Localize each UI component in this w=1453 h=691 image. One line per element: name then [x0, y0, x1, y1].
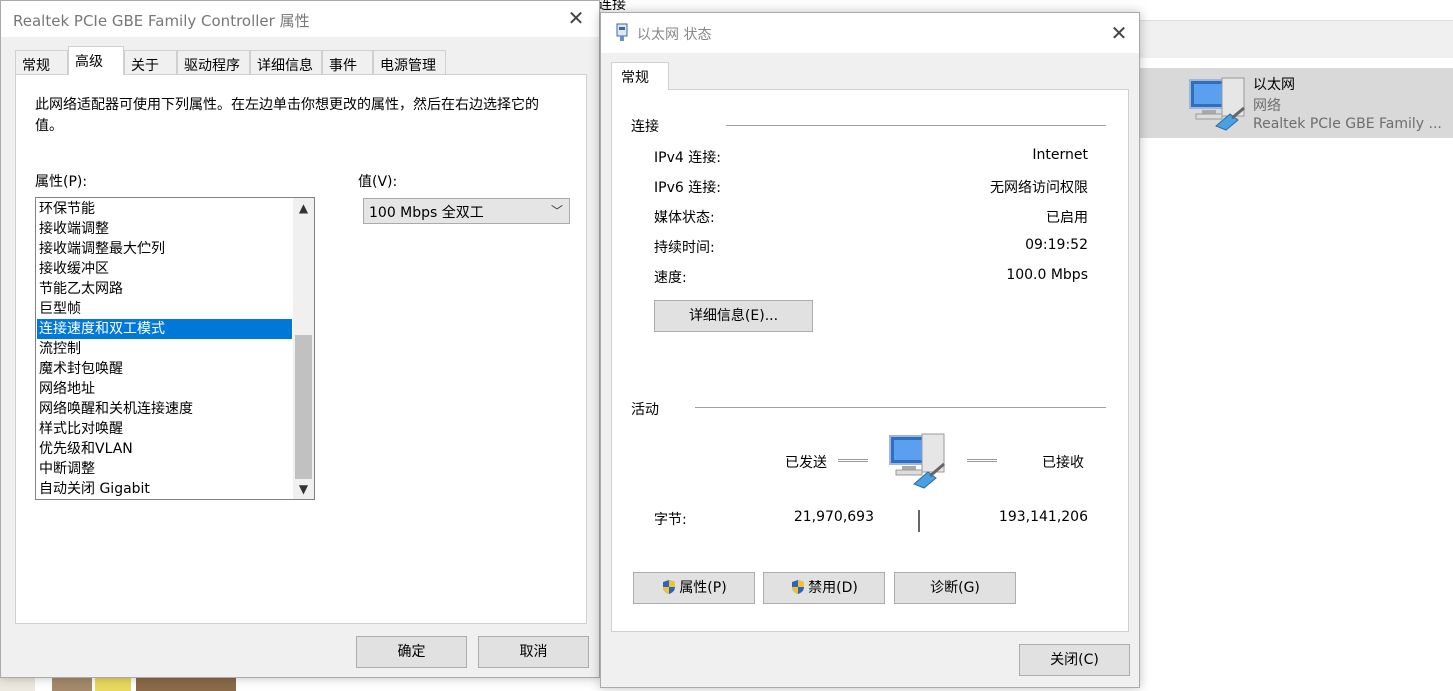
close-button[interactable]: 关闭(C): [1019, 644, 1130, 676]
sent-label: 已发送: [785, 455, 827, 471]
ipv6-value: 无网络访问权限: [990, 180, 1088, 196]
general-tab-panel: 连接 IPv4 连接: Internet IPv6 连接: 无网络访问权限 媒体…: [611, 89, 1129, 632]
property-listbox[interactable]: 环保节能 接收端调整 接收端调整最大伫列 接收缓冲区 节能乙太网路 巨型帧 连接…: [35, 197, 315, 500]
sent-activity-line: [838, 459, 868, 462]
disable-button[interactable]: 禁用(D): [763, 572, 885, 604]
disable-button-label: 禁用(D): [808, 580, 858, 596]
list-item[interactable]: 网络地址: [37, 379, 292, 399]
list-item[interactable]: 巨型帧: [37, 299, 292, 319]
tab-power-management[interactable]: 电源管理: [373, 50, 446, 75]
value-dropdown-selected: 100 Mbps 全双工: [369, 205, 484, 221]
ipv6-label: IPv6 连接:: [654, 180, 721, 196]
network-connection-item[interactable]: 以太网 网络 Realtek PCIe GBE Family ...: [1138, 68, 1453, 138]
title-bar: Realtek PCIe GBE Family Controller 属性 ✕: [1, 1, 599, 37]
network-activity-icon: [889, 433, 945, 489]
scroll-up-icon[interactable]: ▲: [293, 198, 314, 218]
section-divider: [695, 407, 1106, 408]
description-text: 此网络适配器可使用下列属性。在左边单击你想更改的属性，然后在右边选择它的值。: [35, 97, 539, 134]
listbox-scrollbar[interactable]: ▲ ▼: [293, 198, 314, 499]
tab-advanced[interactable]: 高级: [68, 46, 124, 75]
properties-button-label: 属性(P): [679, 580, 727, 596]
ipv4-label: IPv4 连接:: [654, 150, 721, 166]
network-computer-icon: [1189, 77, 1245, 131]
chevron-down-icon: ﹀: [550, 204, 563, 218]
tab-general[interactable]: 常规: [15, 50, 68, 75]
uac-shield-icon: [792, 580, 805, 594]
window-title: Realtek PCIe GBE Family Controller 属性: [13, 12, 310, 30]
details-button[interactable]: 详细信息(E)...: [654, 300, 813, 332]
cancel-button[interactable]: 取消: [478, 636, 589, 668]
bytes-label: 字节:: [654, 512, 687, 528]
duration-label: 持续时间:: [654, 240, 715, 256]
diagnose-button[interactable]: 诊断(G): [894, 572, 1016, 604]
background-thumbnail: [136, 678, 236, 691]
tab-general[interactable]: 常规: [611, 62, 669, 90]
list-item[interactable]: 自动关闭 Gigabit: [37, 479, 292, 499]
properties-button[interactable]: 属性(P): [633, 572, 755, 604]
advanced-tab-panel: 此网络适配器可使用下列属性。在左边单击你想更改的属性，然后在右边选择它的值。 属…: [15, 74, 587, 624]
list-item[interactable]: 接收端调整: [37, 219, 292, 239]
background-thumbnail: [52, 678, 92, 691]
uac-shield-icon: [663, 580, 676, 594]
window-title: 以太网 状态: [637, 27, 712, 43]
speed-value: 100.0 Mbps: [1006, 267, 1088, 283]
activity-section-title: 活动: [631, 402, 659, 418]
list-item[interactable]: 接收端调整最大伫列: [37, 239, 292, 259]
list-item[interactable]: 中断调整: [37, 459, 292, 479]
value-label: 值(V):: [358, 174, 398, 190]
list-item[interactable]: 优先级和VLAN: [37, 439, 292, 459]
list-item[interactable]: 流控制: [37, 339, 292, 359]
property-label: 属性(P):: [35, 174, 88, 190]
adapter-properties-dialog: Realtek PCIe GBE Family Controller 属性 ✕ …: [0, 0, 600, 678]
bytes-received-value: 193,141,206: [998, 509, 1088, 525]
bytes-separator: [918, 510, 920, 532]
ok-button[interactable]: 确定: [356, 636, 467, 668]
tab-about[interactable]: 关于: [124, 50, 177, 75]
title-bar: 以太网 状态 ✕: [601, 13, 1139, 53]
list-item[interactable]: 样式比对唤醒: [37, 419, 292, 439]
section-divider: [726, 125, 1106, 126]
ethernet-plug-icon: [616, 23, 628, 41]
close-icon[interactable]: ✕: [563, 6, 589, 32]
list-item[interactable]: 环保节能: [37, 199, 292, 219]
list-item[interactable]: 网络唤醒和关机连接速度: [37, 399, 292, 419]
background-toolbar: [1138, 20, 1453, 58]
tab-driver[interactable]: 驱动程序: [177, 50, 250, 75]
list-item[interactable]: 魔术封包唤醒: [37, 359, 292, 379]
network-name: 以太网: [1253, 77, 1295, 93]
list-item[interactable]: 节能乙太网路: [37, 279, 292, 299]
duration-value: 09:19:52: [1025, 237, 1088, 253]
close-icon[interactable]: ✕: [1106, 21, 1132, 47]
connection-section-title: 连接: [631, 119, 659, 135]
media-state-value: 已启用: [1046, 210, 1088, 226]
background-thumbnail: [95, 678, 131, 691]
tab-details[interactable]: 详细信息: [250, 50, 322, 75]
list-item-selected[interactable]: 连接速度和双工模式: [37, 319, 292, 339]
bytes-sent-value: 21,970,693: [793, 509, 874, 525]
received-activity-line: [967, 459, 997, 462]
network-device: Realtek PCIe GBE Family ...: [1253, 116, 1442, 132]
ipv4-value: Internet: [1032, 147, 1088, 163]
speed-label: 速度:: [654, 270, 687, 286]
network-status: 网络: [1253, 98, 1281, 114]
ethernet-status-dialog: 以太网 状态 ✕ 常规 连接 IPv4 连接: Internet IPv6 连接…: [600, 12, 1140, 688]
received-label: 已接收: [1042, 455, 1084, 471]
list-item[interactable]: 接收缓冲区: [37, 259, 292, 279]
tab-events[interactable]: 事件: [322, 50, 373, 75]
scroll-down-icon[interactable]: ▼: [293, 479, 314, 499]
value-dropdown[interactable]: 100 Mbps 全双工 ﹀: [363, 198, 570, 224]
media-state-label: 媒体状态:: [654, 210, 715, 226]
scrollbar-thumb[interactable]: [295, 335, 312, 479]
